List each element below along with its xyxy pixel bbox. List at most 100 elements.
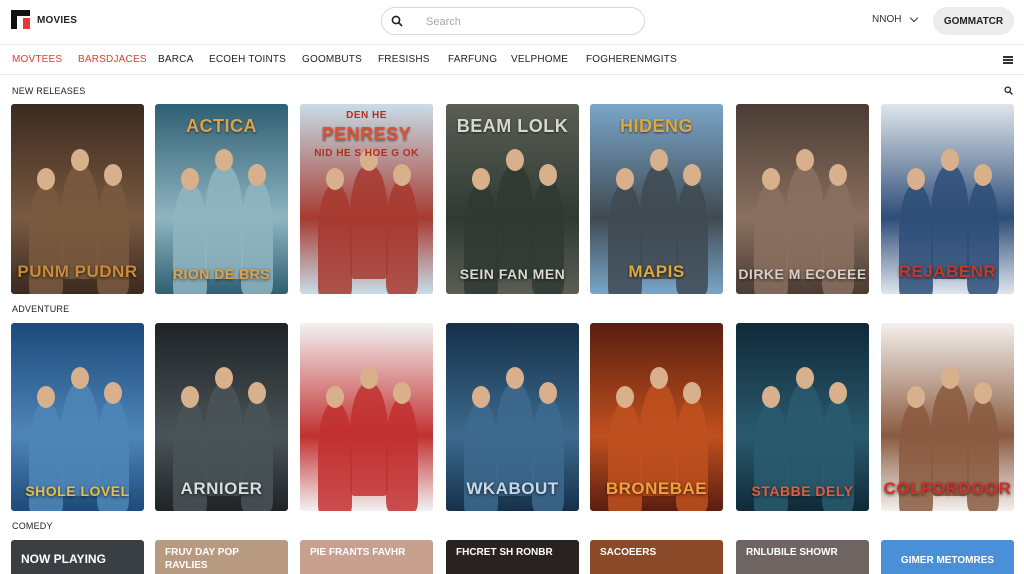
comedy-card-label: RNLUBILE SHOWR — [746, 547, 838, 558]
poster-figure-head — [650, 149, 668, 171]
poster-figure-head — [650, 367, 668, 389]
comedy-card[interactable]: RNLUBILE SHOWR — [736, 540, 869, 574]
poster-footer-title: SHOLE LOVEL — [25, 483, 130, 499]
poster-figure-head — [762, 168, 780, 190]
poster-figure — [61, 383, 99, 496]
movie-poster[interactable]: WKABOUT — [446, 323, 579, 511]
comedy-card-label: SACOEERS — [600, 547, 657, 558]
movie-poster[interactable]: HIDENG MAPIS — [590, 104, 723, 294]
poster-footer-title: DIRKE M ECOEEE — [738, 266, 867, 282]
movie-poster[interactable]: PUNM PUDNR — [11, 104, 144, 294]
poster-figure-head — [37, 386, 55, 408]
poster-figure-head — [506, 367, 524, 389]
movie-poster[interactable]: ARNIOER — [155, 323, 288, 511]
comedy-card-label: FHCRET SH RONBR — [456, 547, 553, 558]
movie-poster[interactable] — [300, 323, 433, 511]
nav-item-6[interactable]: FRESISHS — [378, 54, 430, 65]
movie-poster[interactable]: STABBE DELY — [736, 323, 869, 511]
poster-figure-head — [71, 367, 89, 389]
poster-figure — [386, 180, 418, 294]
comedy-card[interactable]: FHCRET SH RONBR — [446, 540, 579, 574]
comedy-card[interactable]: NOW PLAYING — [11, 540, 144, 574]
nav-item-2[interactable]: BARSDJACES — [78, 54, 147, 65]
poster-footer-title: MAPIS — [628, 262, 685, 281]
poster-figure — [786, 165, 824, 279]
section-search-icon[interactable] — [1004, 86, 1013, 95]
poster-figure-head — [683, 382, 701, 404]
nav-item-7[interactable]: FARFUNG — [448, 54, 497, 65]
poster-footer-title: ARNIOER — [180, 479, 263, 498]
brand-name: MOVIES — [37, 15, 78, 26]
poster-figure-head — [907, 168, 925, 190]
poster-figure — [786, 383, 824, 496]
poster-title: ACTICA — [186, 116, 257, 136]
poster-figure-head — [393, 164, 411, 186]
comedy-card-label: GIMER METOMRES — [900, 555, 995, 566]
poster-subtitle: NID HE S HOE G OK — [314, 148, 419, 159]
nav-item-8[interactable]: VELPHOME — [511, 54, 568, 65]
top-header: MOVIES NNOH GOMMATCR — [0, 0, 1024, 44]
search-input[interactable] — [426, 14, 626, 30]
poster-figure-head — [326, 168, 344, 190]
poster-title: HIDENG — [619, 116, 693, 136]
poster-figure-head — [360, 367, 378, 389]
poster-figure-head — [762, 386, 780, 408]
poster-figure-head — [907, 386, 925, 408]
poster-footer-title: RION DE BRS — [172, 266, 271, 282]
hamburger-menu-icon[interactable] — [1003, 56, 1013, 64]
poster-tagline: DEN HE — [346, 110, 387, 121]
movie-poster[interactable]: SHOLE LOVEL — [11, 323, 144, 511]
comedy-card[interactable]: GIMER METOMRES — [881, 540, 1014, 574]
poster-figure-head — [393, 382, 411, 404]
poster-figure-head — [248, 164, 266, 186]
chevron-down-icon — [910, 13, 919, 23]
poster-footer-title: REJABENR — [898, 262, 997, 281]
nav-item-movies[interactable]: MOVTEES — [12, 54, 62, 65]
poster-figure-head — [683, 164, 701, 186]
comedy-card[interactable]: FRUV DAY POP RAVLIES — [155, 540, 288, 574]
poster-figure-head — [829, 382, 847, 404]
poster-figure — [386, 398, 418, 511]
nav-item-3[interactable]: BARCA — [158, 54, 193, 65]
poster-footer-title: BRONEBAE — [605, 479, 708, 498]
poster-footer-title: WKABOUT — [466, 479, 559, 498]
search-bar[interactable] — [381, 7, 645, 35]
app-logo[interactable] — [11, 10, 30, 29]
comedy-card[interactable]: PIE FRANTS FAVHR — [300, 540, 433, 574]
poster-title: PENRESY — [321, 124, 412, 144]
movie-poster[interactable]: BEAM LOLK SEIN FAN MEN — [446, 104, 579, 294]
movie-poster[interactable]: COLFORDOOR — [881, 323, 1014, 511]
nav-item-9[interactable]: FOGHERENMGITS — [586, 54, 677, 65]
comedy-card-label: PIE FRANTS FAVHR — [310, 547, 406, 558]
poster-figure-head — [215, 149, 233, 171]
movie-poster[interactable]: REJABENR — [881, 104, 1014, 294]
movie-poster[interactable]: BRONEBAE — [590, 323, 723, 511]
poster-figure-head — [796, 149, 814, 171]
section-title-new-releases: NEW RELEASES — [12, 86, 86, 96]
poster-figure-head — [326, 386, 344, 408]
poster-figure — [496, 165, 534, 279]
poster-figure-head — [974, 164, 992, 186]
poster-footer-title: COLFORDOOR — [883, 479, 1012, 498]
poster-figure-head — [248, 382, 266, 404]
poster-figure — [318, 184, 352, 294]
poster-figure-head — [539, 164, 557, 186]
section-title-comedy: COMEDY — [12, 521, 53, 531]
user-menu[interactable]: NNOH — [872, 13, 919, 25]
poster-figure-head — [71, 149, 89, 171]
movie-poster[interactable]: DIRKE M ECOEEE — [736, 104, 869, 294]
nav-item-5[interactable]: GOOMBUTS — [302, 54, 362, 65]
poster-figure-head — [181, 168, 199, 190]
poster-footer-title: SEIN FAN MEN — [459, 266, 566, 282]
comedy-card[interactable]: SACOEERS — [590, 540, 723, 574]
poster-figure — [350, 383, 388, 496]
movie-poster[interactable]: ACTICA RION DE BRS — [155, 104, 288, 294]
poster-figure-head — [104, 382, 122, 404]
user-menu-label: NNOH — [872, 14, 902, 25]
comedy-card-label: FRUV DAY POP RAVLIES — [165, 547, 239, 571]
movie-poster[interactable]: DEN HE PENRESY NID HE S HOE G OK — [300, 104, 433, 294]
poster-figure-head — [181, 386, 199, 408]
nav-item-4[interactable]: ECOEH TOINTS — [209, 54, 286, 65]
header-action-button[interactable]: GOMMATCR — [933, 7, 1014, 35]
poster-footer-title: STABBE DELY — [751, 483, 854, 499]
